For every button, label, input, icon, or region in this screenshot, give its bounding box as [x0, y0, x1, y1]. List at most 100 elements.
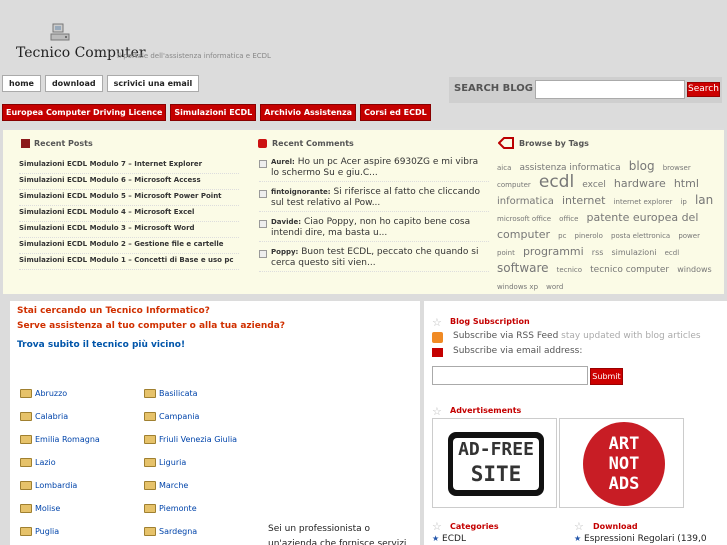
comments-icon [258, 139, 267, 148]
tag-link[interactable]: ecdl [539, 172, 574, 192]
tag-link[interactable]: software [497, 261, 549, 275]
region-link[interactable]: Campania [144, 410, 268, 422]
rss-note: stay updated with blog articles [561, 331, 701, 341]
recent-post-link[interactable]: Simulazioni ECDL Modulo 2 – Gestione fil… [19, 238, 239, 254]
tag-link[interactable]: windows [677, 265, 712, 274]
email-input[interactable] [432, 366, 588, 385]
submit-button[interactable]: Submit [590, 368, 623, 385]
region-link[interactable]: Emilia Romagna [20, 433, 144, 445]
comment-item[interactable]: Aurel: Ho un pc Acer aspire 6930ZG e mi … [259, 157, 489, 182]
region-link[interactable]: Calabria [20, 410, 144, 422]
nav-archivio-button[interactable]: Archivio Assistenza [260, 104, 357, 121]
region-label: Piemonte [159, 503, 197, 513]
tag-link[interactable]: html [674, 177, 699, 190]
tag-link[interactable]: rss [592, 248, 604, 257]
folder-icon [20, 411, 32, 421]
recent-post-link[interactable]: Simulazioni ECDL Modulo 7 – Internet Exp… [19, 158, 239, 174]
comment-item[interactable]: Poppy: Buon test ECDL, peccato che quand… [259, 247, 489, 272]
top-nav: home download scrivici una email [2, 75, 200, 92]
region-link[interactable]: Marche [144, 479, 268, 491]
advertisements-title: Advertisements [450, 406, 522, 415]
tag-link[interactable]: tecnico [557, 266, 582, 274]
tag-link[interactable]: word [546, 283, 563, 291]
subscription-title: Blog Subscription [450, 317, 530, 326]
download-link[interactable]: Espressioni Regolari (139,0 [584, 534, 707, 544]
tag-link[interactable]: blog [629, 159, 655, 173]
tag-link[interactable]: computer [497, 181, 531, 189]
tag-link[interactable]: internet [562, 194, 606, 207]
region-label: Calabria [35, 411, 69, 421]
recent-comments-title: Recent Comments [272, 139, 354, 148]
tag-link[interactable]: informatica [497, 196, 554, 207]
tag-link[interactable]: hardware [614, 177, 666, 190]
region-link[interactable]: Friuli Venezia Giulia [144, 433, 268, 445]
headline-question: Stai cercando un Tecnico Informatico? [17, 306, 210, 316]
region-label: Abruzzo [35, 388, 68, 398]
region-link[interactable]: Molise [20, 502, 144, 514]
tag-link[interactable]: aica [497, 164, 511, 172]
comment-text[interactable]: Ciao Poppy, non ho capito bene cosa inte… [271, 217, 470, 238]
region-label: Emilia Romagna [35, 434, 100, 444]
recent-post-link[interactable]: Simulazioni ECDL Modulo 1 – Concetti di … [19, 254, 239, 270]
nav-corsi-button[interactable]: Corsi ed ECDL [360, 104, 431, 121]
star-icon: ☆ [432, 520, 442, 533]
comment-text[interactable]: Buon test ECDL, peccato che quando si ce… [271, 247, 478, 268]
category-link[interactable]: ECDL [442, 534, 466, 544]
tag-link[interactable]: windows xp [497, 283, 538, 291]
region-link[interactable]: Piemonte [144, 502, 268, 514]
region-list: Abruzzo Basilicata Calabria Campania Emilia … [20, 387, 268, 537]
ad-text: ART [608, 434, 640, 454]
find-technician-link[interactable]: Trova subito il tecnico più vicino! [17, 340, 185, 350]
region-link[interactable]: Abruzzo [20, 387, 144, 399]
folder-icon [20, 526, 32, 536]
tag-link[interactable]: posta elettronica [611, 232, 670, 240]
download-title: Download [593, 522, 638, 531]
tag-link[interactable]: tecnico computer [590, 265, 669, 275]
tag-link[interactable]: browser [663, 164, 691, 172]
nav-simulazioni-button[interactable]: Simulazioni ECDL [170, 104, 257, 121]
search-button[interactable]: Search [687, 82, 720, 97]
tag-link[interactable]: pc [558, 232, 566, 240]
recent-post-link[interactable]: Simulazioni ECDL Modulo 6 – Microsoft Ac… [19, 174, 239, 190]
region-link[interactable]: Lombardia [20, 479, 144, 491]
rss-link[interactable]: Subscribe via RSS Feed [453, 331, 558, 341]
region-link[interactable]: Lazio [20, 456, 144, 468]
recent-post-link[interactable]: Simulazioni ECDL Modulo 3 – Microsoft Wo… [19, 222, 239, 238]
comment-icon [259, 160, 267, 168]
recent-comments-list: Aurel: Ho un pc Acer aspire 6930ZG e mi … [259, 157, 489, 277]
folder-icon [20, 434, 32, 444]
region-link[interactable]: Sardegna [144, 525, 268, 537]
tag-link[interactable]: ecdl [665, 249, 680, 257]
region-link[interactable]: Liguria [144, 456, 268, 468]
comment-text[interactable]: Ho un pc Acer aspire 6930ZG e mi vibra l… [271, 157, 478, 178]
recent-post-link[interactable]: Simulazioni ECDL Modulo 4 – Microsoft Ex… [19, 206, 239, 222]
region-label: Molise [35, 503, 61, 513]
folder-icon [20, 457, 32, 467]
categories-title: Categories [450, 522, 499, 531]
search-input[interactable] [535, 80, 685, 99]
nav-home-button[interactable]: home [2, 75, 41, 92]
tag-link[interactable]: programmi [523, 245, 584, 258]
tag-link[interactable]: microsoft office [497, 215, 551, 223]
nav-download-button[interactable]: download [44, 75, 103, 92]
region-link[interactable]: Basilicata [144, 387, 268, 399]
tag-link[interactable]: office [559, 215, 578, 223]
region-label: Liguria [159, 457, 187, 467]
comment-item[interactable]: Davide: Ciao Poppy, non ho capito bene c… [259, 217, 489, 242]
search-label: SEARCH BLOG [454, 83, 534, 94]
ad-free-banner[interactable]: AD-FREE SITE [432, 418, 557, 508]
comment-author: Davide: [271, 218, 302, 226]
tag-link[interactable]: pinerolo [575, 232, 603, 240]
recent-posts-icon [21, 139, 30, 148]
nav-ecdl-button[interactable]: Europea Computer Driving Licence [2, 104, 167, 121]
tag-link[interactable]: lan [695, 193, 713, 207]
tag-link[interactable]: simulazioni [612, 248, 657, 257]
comment-item[interactable]: fintoignorante: Si riferisce al fatto ch… [259, 187, 489, 212]
nav-email-button[interactable]: scrivici una email [106, 75, 200, 92]
tag-link[interactable]: excel [582, 180, 606, 190]
recent-post-link[interactable]: Simulazioni ECDL Modulo 5 – Microsoft Po… [19, 190, 239, 206]
tag-link[interactable]: internet explorer [614, 198, 673, 206]
tag-link[interactable]: ip [680, 198, 686, 206]
region-link[interactable]: Puglia [20, 525, 144, 537]
art-not-ads-banner[interactable]: ART NOT ADS [559, 418, 684, 508]
